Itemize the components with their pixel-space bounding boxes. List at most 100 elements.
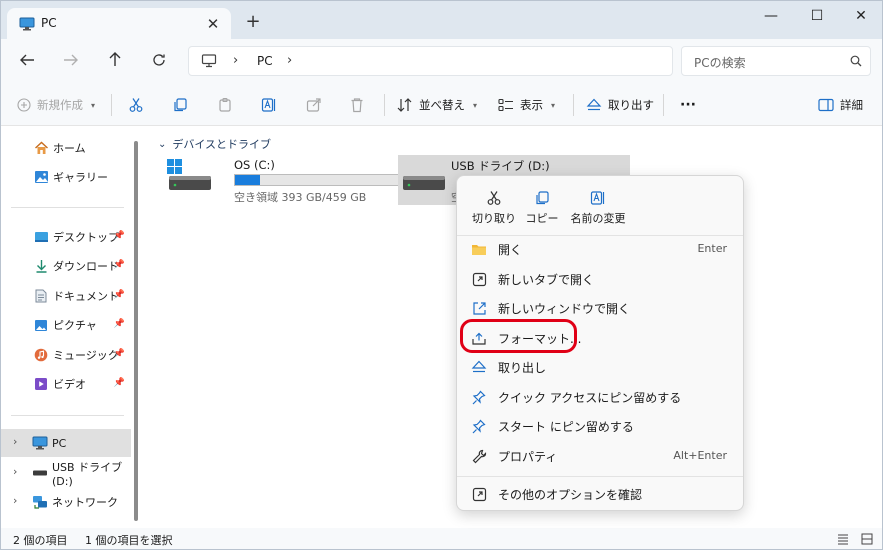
close-tab-icon[interactable]: ✕ xyxy=(203,14,223,34)
folder-icon xyxy=(470,243,488,256)
drive-c[interactable]: OS (C:) 空き領域 393 GB/459 GB xyxy=(164,155,409,205)
search-input[interactable]: PCの検索 xyxy=(681,46,871,76)
address-field[interactable]: › PC › xyxy=(188,46,673,76)
sidebar-item-downloads[interactable]: ダウンロード 📌 xyxy=(1,252,131,280)
chevron-right-icon[interactable]: › xyxy=(233,53,238,68)
delete-button[interactable] xyxy=(350,94,364,116)
eject-button[interactable]: 取り出す xyxy=(586,94,654,116)
paste-button[interactable] xyxy=(217,94,233,116)
new-button-label: 新規作成 xyxy=(37,98,83,112)
cut-button[interactable] xyxy=(128,94,144,116)
new-button[interactable]: 新規作成 ▾ xyxy=(17,94,95,116)
drive-name: USB ドライブ (D:) xyxy=(451,159,550,173)
sidebar-divider xyxy=(11,207,124,208)
title-bar: PC ✕ + — ☐ ✕ xyxy=(1,1,882,39)
refresh-icon xyxy=(153,54,165,66)
trash-icon xyxy=(351,98,363,113)
pin-icon[interactable]: 📌 xyxy=(114,290,125,300)
menu-item-open[interactable]: 開く Enter xyxy=(461,235,739,263)
view-list-icon xyxy=(498,98,513,112)
document-icon xyxy=(33,289,49,303)
arrow-up-icon xyxy=(109,52,121,66)
drive-usage-bar xyxy=(234,174,409,186)
back-button[interactable] xyxy=(14,50,40,74)
close-window-button[interactable]: ✕ xyxy=(841,5,881,27)
pictures-icon xyxy=(33,319,49,332)
sort-button-label: 並べ替え xyxy=(419,98,465,112)
tiles-view-icon[interactable] xyxy=(861,533,873,548)
pin-icon[interactable]: 📌 xyxy=(114,319,125,329)
menu-item-pin-quick-access[interactable]: クイック アクセスにピン留めする xyxy=(461,383,739,411)
toolbar-divider xyxy=(111,94,112,116)
chevron-down-icon: ▾ xyxy=(91,100,96,110)
sidebar-item-pc[interactable]: › PC xyxy=(1,429,131,457)
sidebar-item-label: ネットワーク xyxy=(52,496,118,509)
toolbar-divider xyxy=(573,94,574,116)
sidebar-item-desktop[interactable]: デスクトップ 📌 xyxy=(1,223,131,251)
chevron-right-icon[interactable]: › xyxy=(13,494,17,507)
chevron-right-icon[interactable]: › xyxy=(287,53,292,68)
maximize-button[interactable]: ☐ xyxy=(797,5,837,27)
menu-item-label: 取り出し xyxy=(498,360,547,375)
arrow-right-icon xyxy=(64,54,78,66)
sidebar-scrollbar[interactable] xyxy=(134,141,138,521)
status-bar: 2 個の項目 1 個の項目を選択 xyxy=(1,528,882,549)
eject-icon xyxy=(586,98,602,111)
more-options-button[interactable]: ··· xyxy=(680,94,696,116)
menu-item-label: 開く xyxy=(498,242,523,257)
copy-button[interactable] xyxy=(172,94,188,116)
sidebar-item-label: ダウンロード xyxy=(53,260,119,273)
menu-divider xyxy=(457,476,743,477)
sidebar-item-music[interactable]: ミュージック 📌 xyxy=(1,341,131,369)
sidebar-item-network[interactable]: › ネットワーク xyxy=(1,488,131,516)
breadcrumb-pc[interactable]: PC xyxy=(257,54,273,68)
sidebar-item-pictures[interactable]: ピクチャ 📌 xyxy=(1,311,131,339)
menu-item-open-new-window[interactable]: 新しいウィンドウで開く xyxy=(461,294,739,322)
details-view-icon[interactable] xyxy=(837,533,849,548)
pin-icon xyxy=(470,419,488,434)
minimize-button[interactable]: — xyxy=(751,5,791,27)
sidebar-item-gallery[interactable]: ギャラリー xyxy=(1,163,131,191)
menu-item-pin-start[interactable]: スタート にピン留めする xyxy=(461,412,739,440)
pin-icon[interactable]: 📌 xyxy=(114,378,125,388)
sort-button[interactable]: 並べ替え ▾ xyxy=(397,94,477,116)
details-button[interactable]: 詳細 xyxy=(818,94,863,116)
sidebar-item-usb[interactable]: › USB ドライブ (D:) xyxy=(1,459,131,488)
sidebar-item-label: ホーム xyxy=(53,142,86,155)
up-button[interactable] xyxy=(102,50,128,74)
navigation-pane: ホーム ギャラリー デスクトップ 📌 ダウンロード 📌 ドキュメント 📌 ピクチ… xyxy=(1,127,146,528)
pin-icon[interactable]: 📌 xyxy=(114,231,125,241)
ctx-rename-button[interactable]: 名前の変更 xyxy=(563,186,633,232)
chevron-right-icon[interactable]: › xyxy=(13,465,17,478)
group-header-devices[interactable]: ⌄ デバイスとドライブ xyxy=(158,136,271,152)
sidebar-item-videos[interactable]: ビデオ 📌 xyxy=(1,370,131,398)
chevron-right-icon[interactable]: › xyxy=(13,435,17,448)
menu-item-eject[interactable]: 取り出し xyxy=(461,353,739,381)
home-icon xyxy=(33,141,49,155)
share-button[interactable] xyxy=(306,94,322,116)
details-button-label: 詳細 xyxy=(840,98,863,112)
sidebar-item-documents[interactable]: ドキュメント 📌 xyxy=(1,282,131,310)
desktop-icon xyxy=(33,231,49,244)
rename-button[interactable] xyxy=(261,94,277,116)
scissors-icon xyxy=(129,98,143,112)
menu-item-open-new-tab[interactable]: 新しいタブで開く xyxy=(461,265,739,293)
new-tab-button[interactable]: + xyxy=(241,12,265,34)
refresh-button[interactable] xyxy=(146,50,172,74)
menu-item-properties[interactable]: プロパティ Alt+Enter xyxy=(461,442,739,470)
chevron-down-icon: ▾ xyxy=(551,100,556,110)
sidebar-item-home[interactable]: ホーム xyxy=(1,134,131,162)
arrow-left-icon xyxy=(20,54,34,66)
copy-icon xyxy=(174,98,187,112)
drive-name: OS (C:) xyxy=(234,158,275,172)
hard-drive-icon xyxy=(168,173,212,196)
forward-button[interactable] xyxy=(58,50,84,74)
sort-icon xyxy=(397,98,412,112)
menu-item-more-options[interactable]: その他のオプションを確認 xyxy=(461,480,739,508)
address-bar-row: › PC › PCの検索 xyxy=(1,39,882,84)
view-button[interactable]: 表示 ▾ xyxy=(498,94,555,116)
tab-pc[interactable]: PC ✕ xyxy=(7,8,231,39)
pin-icon[interactable]: 📌 xyxy=(114,349,125,359)
pin-icon[interactable]: 📌 xyxy=(114,260,125,270)
download-icon xyxy=(33,259,49,273)
